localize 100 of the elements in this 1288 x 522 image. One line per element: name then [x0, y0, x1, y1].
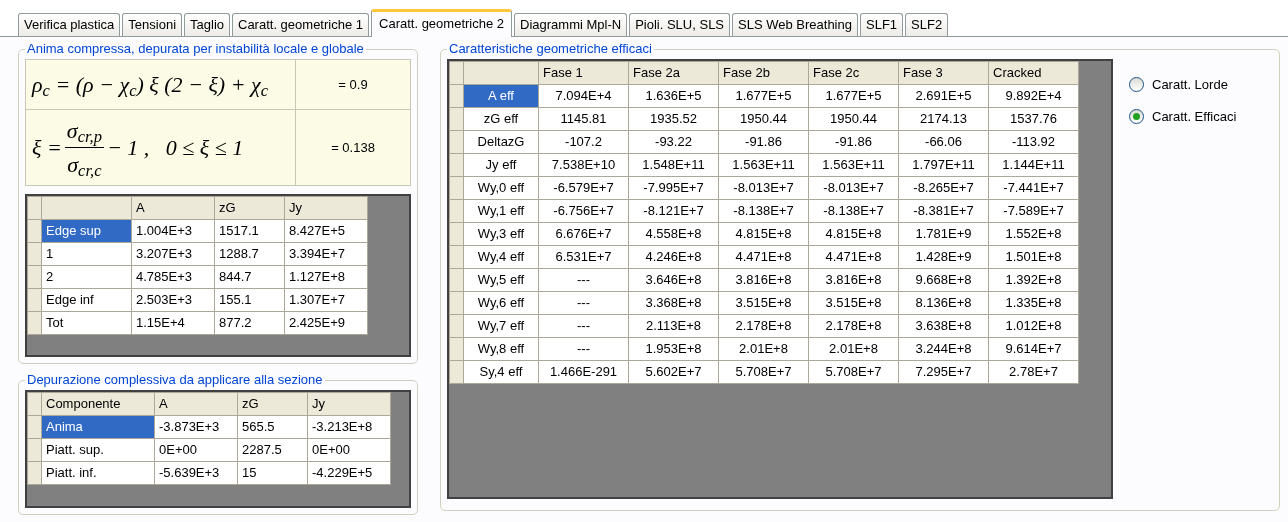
- tab[interactable]: Diagrammi Mpl-N: [514, 13, 628, 36]
- row-header[interactable]: zG eff: [463, 107, 539, 131]
- row-header[interactable]: Wy,8 eff: [463, 337, 539, 361]
- table-cell: 1517.1: [214, 219, 285, 243]
- row-header[interactable]: Tot: [41, 311, 132, 335]
- group-title: Anima compressa, depurata per instabilità locale e globale: [26, 41, 365, 57]
- table-cell: 3.244E+8: [898, 337, 989, 361]
- row-header[interactable]: Piatt. inf.: [41, 461, 155, 485]
- table-cell: 6.676E+7: [538, 222, 629, 246]
- tab[interactable]: Pioli. SLU, SLS: [629, 13, 731, 36]
- tab[interactable]: SLF2: [905, 13, 949, 36]
- column-header: Jy: [312, 396, 325, 412]
- table-cell: 0E+00: [154, 438, 238, 462]
- table-cell: 1.636E+5: [628, 84, 719, 108]
- radio-option[interactable]: Caratt. Lorde: [1129, 75, 1237, 95]
- column-header: Cracked: [993, 65, 1042, 81]
- table-cell: 1.15E+4: [131, 311, 215, 335]
- row-header[interactable]: Sy,4 eff: [463, 360, 539, 384]
- table-cell: 2.78E+7: [988, 360, 1079, 384]
- table-cell: -8.121E+7: [628, 199, 719, 223]
- table-cell: 3.207E+3: [131, 242, 215, 266]
- table-cell: 1.953E+8: [628, 337, 719, 361]
- radio-option[interactable]: Caratt. Efficaci: [1129, 106, 1237, 126]
- table-cell: -3.213E+8: [307, 415, 391, 439]
- row-header[interactable]: 1: [41, 242, 132, 266]
- row-header[interactable]: 2: [41, 265, 132, 289]
- table-cell: 2287.5: [237, 438, 308, 462]
- table-cell: 1.127E+8: [284, 265, 368, 289]
- table-cell: 5.708E+7: [718, 360, 809, 384]
- table-cell: -8.381E+7: [898, 199, 989, 223]
- table-cell: -7.995E+7: [628, 176, 719, 200]
- table-cell: 0E+00: [307, 438, 391, 462]
- table-cell: 4.558E+8: [628, 222, 719, 246]
- table-cell: 7.538E+10: [538, 153, 629, 177]
- table-cell: -8.013E+7: [808, 176, 899, 200]
- table-cell: -7.441E+7: [988, 176, 1079, 200]
- row-header[interactable]: Wy,6 eff: [463, 291, 539, 315]
- row-header[interactable]: Wy,0 eff: [463, 176, 539, 200]
- table-cell: 2174.13: [898, 107, 989, 131]
- table-cell: 844.7: [214, 265, 285, 289]
- tab[interactable]: SLS Web Breathing: [732, 13, 858, 36]
- tab[interactable]: Verifica plastica: [18, 13, 121, 36]
- table-cell: ---: [538, 337, 629, 361]
- table-cell: 2.01E+8: [808, 337, 899, 361]
- table-cell: 1537.76: [988, 107, 1079, 131]
- row-header[interactable]: Wy,7 eff: [463, 314, 539, 338]
- table-cell: 1.563E+11: [718, 153, 809, 177]
- row-header[interactable]: Jy eff: [463, 153, 539, 177]
- column-header: zG: [242, 396, 259, 412]
- table-cell: 3.816E+8: [718, 268, 809, 292]
- column-header: Fase 3: [903, 65, 943, 81]
- column-header: Fase 1: [543, 65, 583, 81]
- tab[interactable]: Tensioni: [122, 13, 183, 36]
- table-cell: -8.013E+7: [718, 176, 809, 200]
- row-header[interactable]: Piatt. sup.: [41, 438, 155, 462]
- column-header: A: [159, 396, 168, 412]
- tab[interactable]: Caratt. geometriche 1: [232, 13, 369, 36]
- table-cell: -3.873E+3: [154, 415, 238, 439]
- table-cell: 1.563E+11: [808, 153, 899, 177]
- column-header: Jy: [289, 200, 302, 216]
- table-cell: ---: [538, 291, 629, 315]
- table-cell: 5.708E+7: [808, 360, 899, 384]
- table-cell: 3.515E+8: [808, 291, 899, 315]
- table-cell: 2.178E+8: [718, 314, 809, 338]
- table-cell: -113.92: [988, 130, 1079, 154]
- tab[interactable]: Caratt. geometriche 2: [371, 9, 513, 37]
- row-header[interactable]: Edge inf: [41, 288, 132, 312]
- column-header: Fase 2b: [723, 65, 770, 81]
- table-cell: 4.815E+8: [718, 222, 809, 246]
- tab[interactable]: SLF1: [860, 13, 904, 36]
- tab[interactable]: Taglio: [184, 13, 230, 36]
- table-cell: 3.816E+8: [808, 268, 899, 292]
- table-cell: 565.5: [237, 415, 308, 439]
- table-cell: 4.471E+8: [718, 245, 809, 269]
- table-cell: 7.295E+7: [898, 360, 989, 384]
- table-cell: 1.144E+11: [988, 153, 1079, 177]
- row-header[interactable]: DeltazG: [463, 130, 539, 154]
- table-cell: -6.579E+7: [538, 176, 629, 200]
- row-header[interactable]: Wy,3 eff: [463, 222, 539, 246]
- table-cell: 1.677E+5: [808, 84, 899, 108]
- group-title: Caratteristiche geometriche efficaci: [448, 41, 653, 57]
- table-cell: -8.138E+7: [808, 199, 899, 223]
- table-cell: 1935.52: [628, 107, 719, 131]
- table-cell: -107.2: [538, 130, 629, 154]
- row-header[interactable]: Anima: [41, 415, 155, 439]
- row-header[interactable]: Wy,4 eff: [463, 245, 539, 269]
- row-header[interactable]: Wy,1 eff: [463, 199, 539, 223]
- row-header[interactable]: Wy,5 eff: [463, 268, 539, 292]
- column-header: Fase 2a: [633, 65, 680, 81]
- table-cell: 3.638E+8: [898, 314, 989, 338]
- column-header: A: [136, 200, 145, 216]
- table-cell: -8.265E+7: [898, 176, 989, 200]
- table-cell: 15: [237, 461, 308, 485]
- table-cell: 1288.7: [214, 242, 285, 266]
- table-cell: -93.22: [628, 130, 719, 154]
- table-cell: 2.503E+3: [131, 288, 215, 312]
- table-cell: -7.589E+7: [988, 199, 1079, 223]
- table-cell: 1.004E+3: [131, 219, 215, 243]
- table-cell: 1.466E-291: [538, 360, 629, 384]
- table-cell: -5.639E+3: [154, 461, 238, 485]
